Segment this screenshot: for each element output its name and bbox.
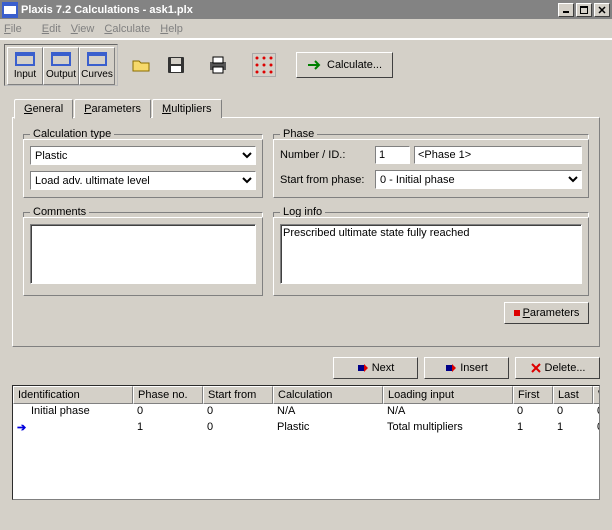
printer-icon <box>208 56 228 74</box>
tab-multipliers[interactable]: Multipliers <box>152 99 222 118</box>
menu-calculate[interactable]: Calculate <box>104 23 150 35</box>
col-phaseno[interactable]: Phase no. <box>133 386 203 404</box>
next-button[interactable]: Next <box>333 357 418 379</box>
toolbar-input-button[interactable]: Input <box>7 47 43 85</box>
minimize-button[interactable] <box>558 3 574 17</box>
toolbar: Input Output Curves Calculate... <box>0 39 612 89</box>
client-area: General Parameters Multipliers Calculati… <box>0 89 612 530</box>
col-startfrom[interactable]: Start from <box>203 386 273 404</box>
menu-view[interactable]: View <box>71 23 95 35</box>
col-first[interactable]: First <box>513 386 553 404</box>
grid-header: Identification Phase no. Start from Calc… <box>13 386 600 404</box>
start-from-label: Start from phase: <box>280 174 375 186</box>
comments-textarea[interactable] <box>30 224 256 284</box>
arrow-right-icon <box>307 59 323 71</box>
menu-bar: File Edit View Calculate Help <box>0 19 612 39</box>
col-loading[interactable]: Loading input <box>383 386 513 404</box>
calculation-type-group: Calculation type Plastic Load adv. ultim… <box>23 128 263 198</box>
folder-open-icon <box>132 57 152 73</box>
nodes-button[interactable] <box>250 51 278 79</box>
tab-strip: General Parameters Multipliers <box>14 99 600 118</box>
current-row-arrow-icon: ➔ <box>17 421 31 434</box>
menu-file[interactable]: File <box>4 23 32 35</box>
log-info-textarea[interactable]: Prescribed ultimate state fully reached <box>280 224 582 284</box>
parameters-button[interactable]: Parameters <box>504 302 589 324</box>
col-calculation[interactable]: Calculation <box>273 386 383 404</box>
maximize-button[interactable] <box>576 3 592 17</box>
print-button[interactable] <box>204 51 232 79</box>
start-from-select[interactable]: 0 - Initial phase <box>375 170 582 189</box>
phase-number-input[interactable] <box>375 146 410 164</box>
number-id-label: Number / ID.: <box>280 149 375 161</box>
col-water[interactable]: Water <box>593 386 600 404</box>
tab-parameters[interactable]: Parameters <box>74 99 151 118</box>
table-row[interactable]: ➔10PlasticTotal multipliers110 <box>13 420 600 436</box>
col-last[interactable]: Last <box>553 386 593 404</box>
save-button[interactable] <box>162 51 190 79</box>
insert-button[interactable]: Insert <box>424 357 509 379</box>
open-button[interactable] <box>128 51 156 79</box>
phase-legend: Phase <box>280 128 317 140</box>
red-dots-icon <box>252 53 276 77</box>
tab-general[interactable]: General <box>14 99 73 119</box>
close-button[interactable] <box>594 3 610 17</box>
tab-panel-general: Calculation type Plastic Load adv. ultim… <box>12 117 600 347</box>
next-icon <box>357 362 369 374</box>
col-identification[interactable]: Identification <box>13 386 133 404</box>
delete-icon <box>530 362 542 374</box>
phases-grid[interactable]: Identification Phase no. Start from Calc… <box>12 385 600 500</box>
calculation-type-legend: Calculation type <box>30 128 114 140</box>
phase-group: Phase Number / ID.: Start from phase: 0 … <box>273 128 589 198</box>
calculation-type-select[interactable]: Plastic <box>30 146 256 165</box>
toolbar-output-button[interactable]: Output <box>43 47 79 85</box>
floppy-icon <box>167 56 185 74</box>
delete-button[interactable]: Delete... <box>515 357 600 379</box>
window-title: Plaxis 7.2 Calculations - ask1.plx <box>21 4 193 16</box>
load-advancement-select[interactable]: Load adv. ultimate level <box>30 171 256 190</box>
toolbar-curves-button[interactable]: Curves <box>79 47 115 85</box>
insert-icon <box>445 362 457 374</box>
log-info-legend: Log info <box>280 206 325 218</box>
phase-name-input[interactable] <box>414 146 582 164</box>
toolbar-group-modules: Input Output Curves <box>4 44 118 86</box>
calculate-button[interactable]: Calculate... <box>296 52 393 78</box>
comments-legend: Comments <box>30 206 89 218</box>
log-info-group: Log info Prescribed ultimate state fully… <box>273 206 589 296</box>
comments-group: Comments <box>23 206 263 296</box>
menu-help[interactable]: Help <box>160 23 183 35</box>
table-row[interactable]: Initial phase00N/AN/A000 <box>13 404 600 420</box>
app-icon <box>2 2 18 18</box>
title-bar: Plaxis 7.2 Calculations - ask1.plx <box>0 0 612 19</box>
menu-edit[interactable]: Edit <box>42 23 61 35</box>
